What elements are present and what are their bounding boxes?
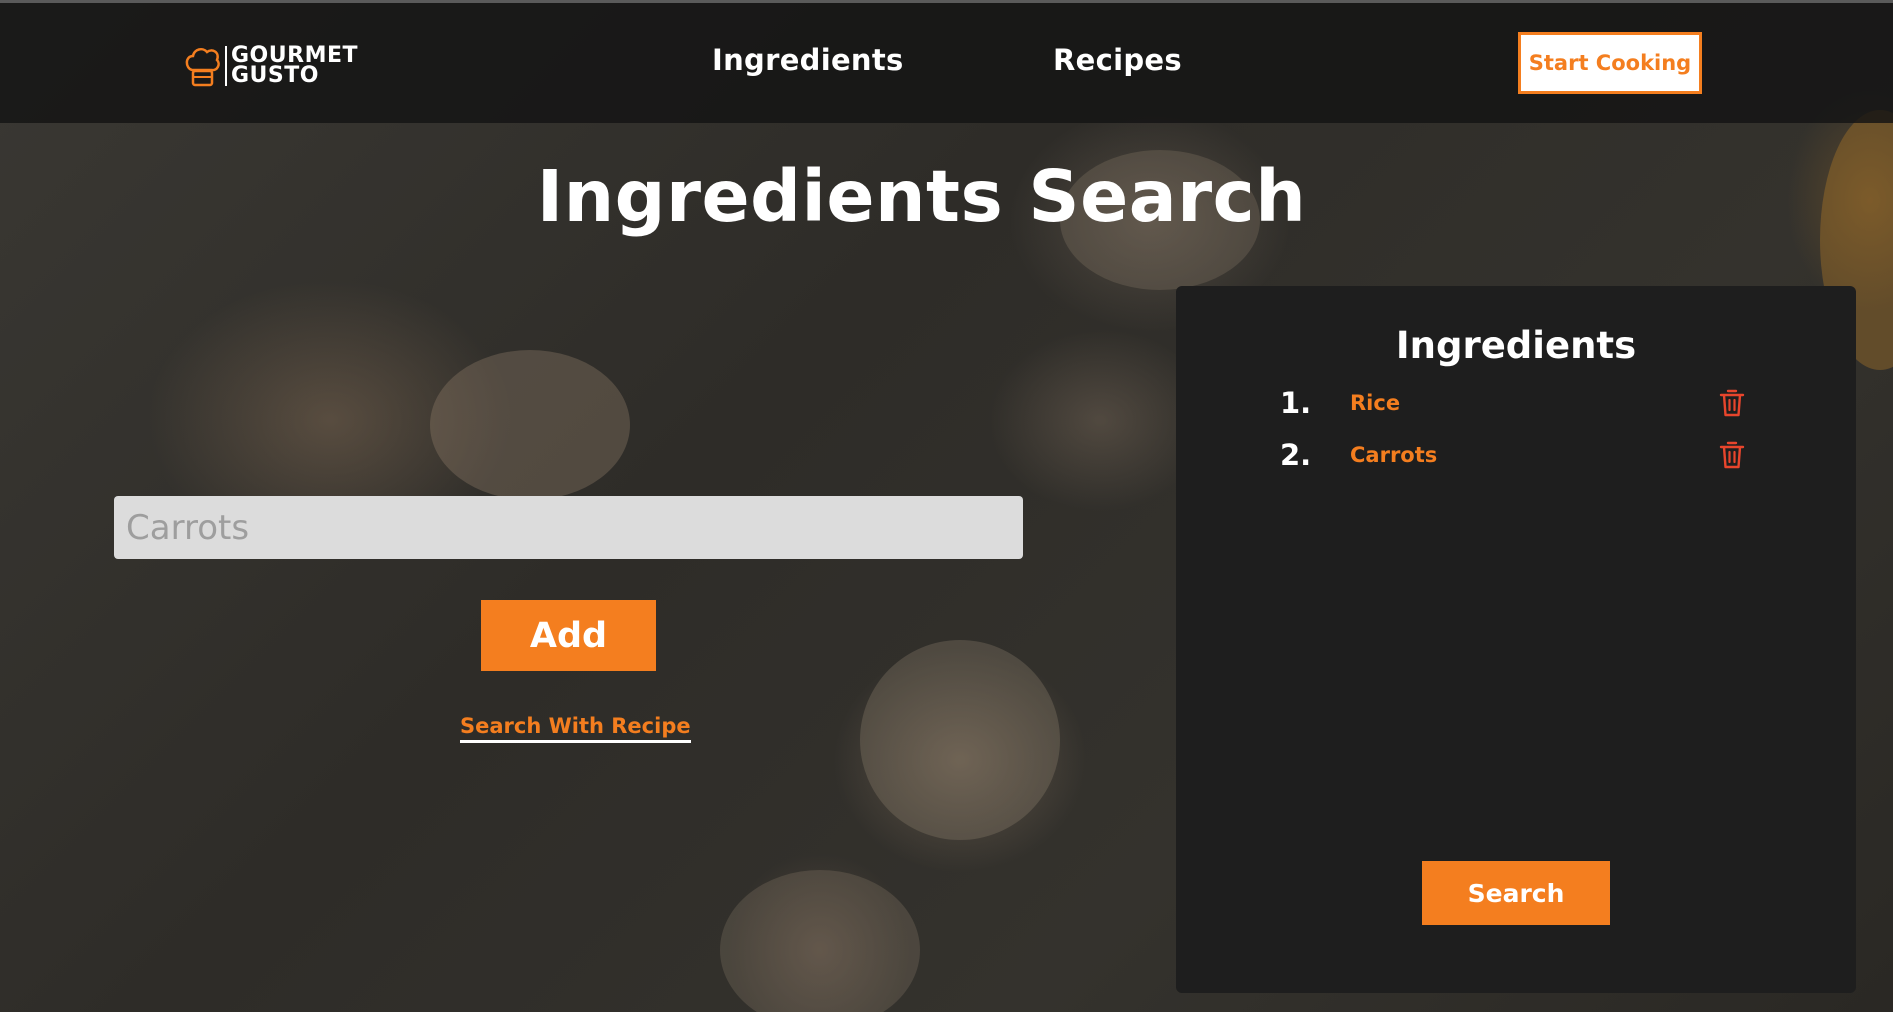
ingredient-number: 1. (1280, 386, 1312, 420)
ingredient-number: 2. (1280, 438, 1312, 472)
ingredient-name: Carrots (1350, 443, 1438, 467)
brand-logo[interactable]: GOURMET GUSTO (183, 43, 358, 89)
panel-title: Ingredients (1395, 324, 1637, 367)
logo-divider (225, 46, 227, 86)
background-mushroom-shape (860, 640, 1060, 840)
ingredients-panel: Ingredients 1. Rice 2. Carrots Search (1176, 286, 1856, 993)
ingredient-name: Rice (1350, 391, 1401, 415)
ingredient-list-item: 2. Carrots (1280, 438, 1760, 478)
start-cooking-button[interactable]: Start Cooking (1518, 32, 1702, 94)
search-with-recipe-link[interactable]: Search With Recipe (460, 714, 691, 743)
ingredient-search-input[interactable] (114, 496, 1023, 559)
trash-icon[interactable] (1719, 388, 1745, 418)
chef-hat-icon (185, 47, 220, 87)
add-button[interactable]: Add (481, 600, 656, 671)
nav-link-ingredients[interactable]: Ingredients (712, 43, 904, 77)
brand-name: GOURMET GUSTO (231, 45, 358, 88)
trash-icon[interactable] (1719, 440, 1745, 470)
page: GOURMET GUSTO Ingredients Recipes Start … (0, 0, 1893, 1012)
background-mushroom-shape (720, 870, 920, 1012)
background-mushroom-shape (430, 350, 630, 500)
ingredient-list-item: 1. Rice (1280, 386, 1760, 426)
page-title: Ingredients Search (536, 155, 1307, 238)
page-title-wrapper: Ingredients Search (0, 155, 1893, 238)
navbar: GOURMET GUSTO Ingredients Recipes Start … (0, 3, 1893, 123)
brand-line-2: GUSTO (231, 63, 319, 88)
search-button[interactable]: Search (1422, 861, 1610, 925)
nav-link-recipes[interactable]: Recipes (1053, 43, 1182, 77)
